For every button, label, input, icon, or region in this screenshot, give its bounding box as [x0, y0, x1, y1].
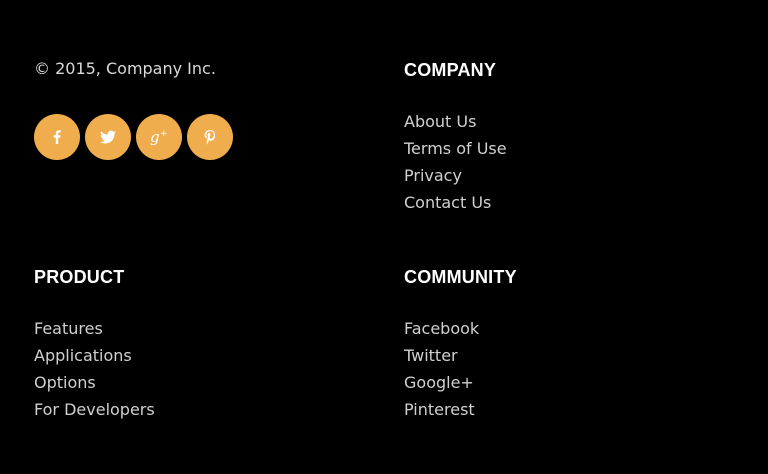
footer: { "copyright": "© 2015, Company Inc.", "… — [0, 0, 768, 474]
features-link[interactable]: Features — [34, 319, 103, 338]
product-links: Features Applications Options For Develo… — [34, 318, 155, 426]
about-us-link[interactable]: About Us — [404, 112, 476, 131]
social-links: g + — [34, 114, 233, 160]
list-item: Features — [34, 318, 155, 345]
twitter-icon — [99, 130, 117, 145]
google-plus-link[interactable]: Google+ — [404, 373, 474, 392]
list-item: About Us — [404, 111, 507, 138]
pinterest-button[interactable] — [187, 114, 233, 160]
list-item: Contact Us — [404, 192, 507, 219]
privacy-link[interactable]: Privacy — [404, 166, 462, 185]
svg-text:+: + — [160, 129, 168, 139]
pinterest-icon — [203, 129, 217, 146]
contact-us-link[interactable]: Contact Us — [404, 193, 491, 212]
list-item: Twitter — [404, 345, 479, 372]
list-item: Pinterest — [404, 399, 479, 426]
for-developers-link[interactable]: For Developers — [34, 400, 155, 419]
list-item: Terms of Use — [404, 138, 507, 165]
facebook-icon — [50, 129, 64, 145]
list-item: Options — [34, 372, 155, 399]
copyright-text: © 2015, Company Inc. — [34, 59, 216, 78]
twitter-button[interactable] — [85, 114, 131, 160]
svg-text:g: g — [150, 128, 160, 146]
pinterest-link[interactable]: Pinterest — [404, 400, 475, 419]
terms-of-use-link[interactable]: Terms of Use — [404, 139, 507, 158]
company-heading: COMPANY — [404, 60, 497, 80]
twitter-link[interactable]: Twitter — [404, 346, 458, 365]
list-item: For Developers — [34, 399, 155, 426]
list-item: Applications — [34, 345, 155, 372]
facebook-link[interactable]: Facebook — [404, 319, 479, 338]
list-item: Google+ — [404, 372, 479, 399]
list-item: Privacy — [404, 165, 507, 192]
community-links: Facebook Twitter Google+ Pinterest — [404, 318, 479, 426]
list-item: Facebook — [404, 318, 479, 345]
company-links: About Us Terms of Use Privacy Contact Us — [404, 111, 507, 219]
google-plus-button[interactable]: g + — [136, 114, 182, 160]
product-heading: PRODUCT — [34, 267, 125, 287]
options-link[interactable]: Options — [34, 373, 96, 392]
community-heading: COMMUNITY — [404, 267, 517, 287]
applications-link[interactable]: Applications — [34, 346, 132, 365]
facebook-button[interactable] — [34, 114, 80, 160]
google-plus-icon: g + — [149, 128, 169, 146]
